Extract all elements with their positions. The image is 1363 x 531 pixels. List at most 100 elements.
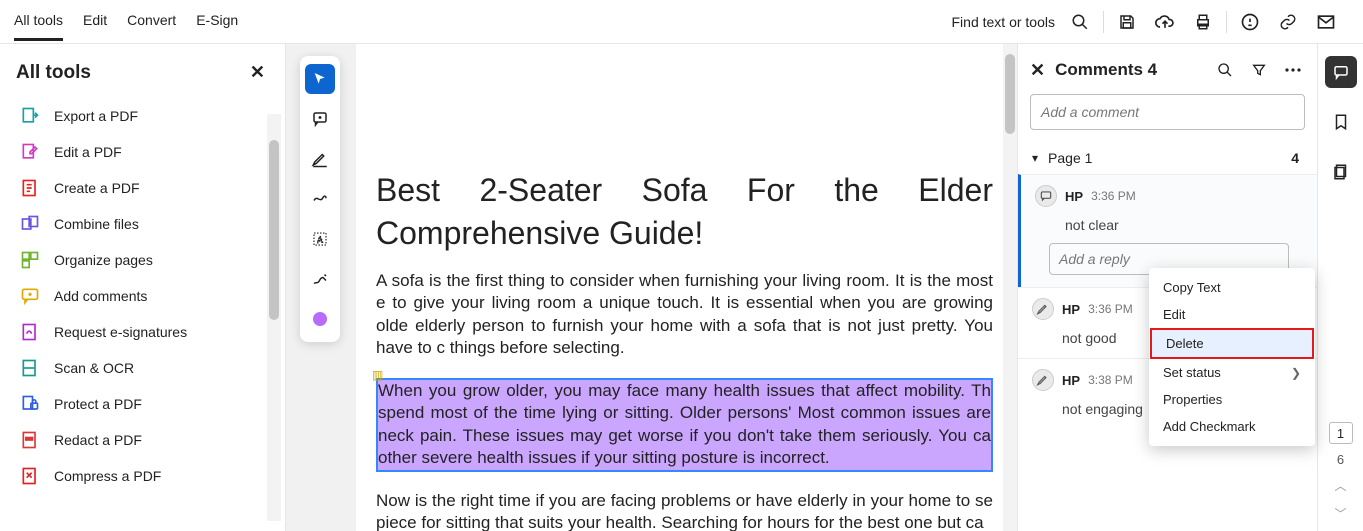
search-comments-icon[interactable]	[1213, 58, 1237, 82]
sidebar-item-scan-ocr[interactable]: Scan & OCR	[14, 350, 277, 386]
comment-type-icon	[1032, 369, 1054, 391]
menu-copy-text[interactable]: Copy Text	[1149, 274, 1315, 301]
document-page: Best 2-Seater Sofa For the Elder Compreh…	[356, 44, 1017, 531]
comment-context-menu: Copy Text Edit Delete Set status❯ Proper…	[1149, 268, 1315, 446]
sidebar-item-add-comments[interactable]: Add comments	[14, 278, 277, 314]
sidebar-item-edit-pdf[interactable]: Edit a PDF	[14, 134, 277, 170]
svg-text:A: A	[317, 235, 323, 245]
organize-icon	[20, 250, 40, 270]
document-area: A Best 2-Seater Sofa For the Elder Compr…	[286, 44, 1017, 531]
page-total: 6	[1337, 452, 1344, 467]
top-menu-bar: All tools Edit Convert E-Sign Find text …	[0, 0, 1363, 44]
sticky-note-marker-icon[interactable]: ▥	[372, 368, 383, 382]
close-comments-icon[interactable]: ✕	[1030, 60, 1045, 81]
sidebar-item-label: Export a PDF	[54, 108, 138, 124]
comment-time: 3:36 PM	[1091, 189, 1136, 203]
link-icon[interactable]	[1269, 3, 1307, 41]
combine-icon	[20, 214, 40, 234]
paragraph-3: Now is the right time if you are facing …	[376, 490, 993, 531]
sidebar-item-organize[interactable]: Organize pages	[14, 242, 277, 278]
menu-edit[interactable]: Edit	[1149, 301, 1315, 328]
sidebar-item-label: Organize pages	[54, 252, 153, 268]
sidebar-scrollbar[interactable]	[267, 114, 281, 521]
highlighted-selection[interactable]: ▥ When you grow older, you may face many…	[376, 378, 993, 472]
sidebar-all-tools: All tools ✕ Export a PDF Edit a PDF Crea…	[0, 44, 286, 531]
comments-page-header[interactable]: ▾ Page 1 4	[1018, 142, 1317, 174]
scan-icon	[20, 358, 40, 378]
sidebar-item-label: Create a PDF	[54, 180, 140, 196]
highlighted-text: When you grow older, you may face many h…	[378, 380, 991, 470]
sidebar-item-label: Redact a PDF	[54, 432, 142, 448]
page-label: Page 1	[1048, 150, 1092, 166]
sidebar-item-label: Scan & OCR	[54, 360, 134, 376]
menu-add-checkmark[interactable]: Add Checkmark	[1149, 413, 1315, 440]
more-icon[interactable]	[1281, 58, 1305, 82]
tab-convert[interactable]: Convert	[127, 2, 176, 41]
freehand-tool-icon[interactable]	[305, 184, 335, 214]
compress-icon	[20, 466, 40, 486]
comment-time: 3:36 PM	[1088, 302, 1133, 316]
redact-icon	[20, 430, 40, 450]
sidebar-item-compress[interactable]: Compress a PDF	[14, 458, 277, 494]
paragraph-1: A sofa is the first thing to consider wh…	[376, 270, 993, 360]
sidebar-item-label: Edit a PDF	[54, 144, 122, 160]
signature-icon	[20, 322, 40, 342]
color-picker-icon[interactable]	[305, 304, 335, 334]
annotation-toolbar: A	[300, 56, 340, 342]
chevron-right-icon: ❯	[1291, 366, 1301, 380]
comment-time: 3:38 PM	[1088, 373, 1133, 387]
text-select-icon[interactable]: A	[305, 224, 335, 254]
cloud-upload-icon[interactable]	[1146, 3, 1184, 41]
create-pdf-icon	[20, 178, 40, 198]
comment-type-icon	[1035, 185, 1057, 207]
export-pdf-icon	[20, 106, 40, 126]
comments-rail-icon[interactable]	[1325, 56, 1357, 88]
comment-type-icon	[1032, 298, 1054, 320]
page-scrollbar[interactable]	[1003, 44, 1017, 531]
right-rail: 1 6 ︿ ﹀	[1317, 44, 1363, 531]
draw-tool-icon[interactable]	[305, 264, 335, 294]
sidebar-item-export-pdf[interactable]: Export a PDF	[14, 98, 277, 134]
sidebar-item-label: Add comments	[54, 288, 147, 304]
comment-icon	[20, 286, 40, 306]
search-icon[interactable]	[1061, 3, 1099, 41]
sidebar-item-label: Protect a PDF	[54, 396, 142, 412]
doc-title-line1: Best 2-Seater Sofa For the Elder	[376, 172, 993, 209]
comment-author: HP	[1062, 302, 1080, 317]
mail-icon[interactable]	[1307, 3, 1345, 41]
page-up-icon[interactable]: ︿	[1329, 475, 1353, 495]
page-down-icon[interactable]: ﹀	[1329, 503, 1353, 523]
menu-set-status[interactable]: Set status❯	[1149, 359, 1315, 386]
sidebar-item-create-pdf[interactable]: Create a PDF	[14, 170, 277, 206]
add-comment-input[interactable]: Add a comment	[1030, 94, 1305, 130]
menu-properties[interactable]: Properties	[1149, 386, 1315, 413]
tab-edit[interactable]: Edit	[83, 2, 107, 41]
ai-icon[interactable]	[1231, 3, 1269, 41]
pages-rail-icon[interactable]	[1325, 156, 1357, 188]
close-icon[interactable]: ✕	[250, 62, 265, 83]
sidebar-item-combine[interactable]: Combine files	[14, 206, 277, 242]
sidebar-item-label: Combine files	[54, 216, 139, 232]
tab-all-tools[interactable]: All tools	[14, 2, 63, 41]
sticky-note-icon[interactable]	[305, 104, 335, 134]
doc-title-line2: Comprehensive Guide!	[376, 215, 993, 252]
find-label[interactable]: Find text or tools	[952, 14, 1056, 30]
sidebar-item-signatures[interactable]: Request e-signatures	[14, 314, 277, 350]
print-icon[interactable]	[1184, 3, 1222, 41]
comments-title: Comments 4	[1055, 60, 1203, 80]
sidebar-item-redact[interactable]: Redact a PDF	[14, 422, 277, 458]
sidebar-item-protect[interactable]: Protect a PDF	[14, 386, 277, 422]
select-tool-icon[interactable]	[305, 64, 335, 94]
menu-delete[interactable]: Delete	[1150, 328, 1314, 359]
page-number-input[interactable]: 1	[1329, 422, 1353, 444]
highlight-tool-icon[interactable]	[305, 144, 335, 174]
bookmarks-rail-icon[interactable]	[1325, 106, 1357, 138]
save-icon[interactable]	[1108, 3, 1146, 41]
tab-esign[interactable]: E-Sign	[196, 2, 238, 41]
comment-author: HP	[1062, 373, 1080, 388]
sidebar-title: All tools	[16, 62, 277, 84]
filter-icon[interactable]	[1247, 58, 1271, 82]
sidebar-item-label: Compress a PDF	[54, 468, 161, 484]
comments-panel: ✕ Comments 4 Add a comment ▾ Page 1 4 HP…	[1017, 44, 1317, 531]
chevron-down-icon: ▾	[1032, 151, 1038, 165]
